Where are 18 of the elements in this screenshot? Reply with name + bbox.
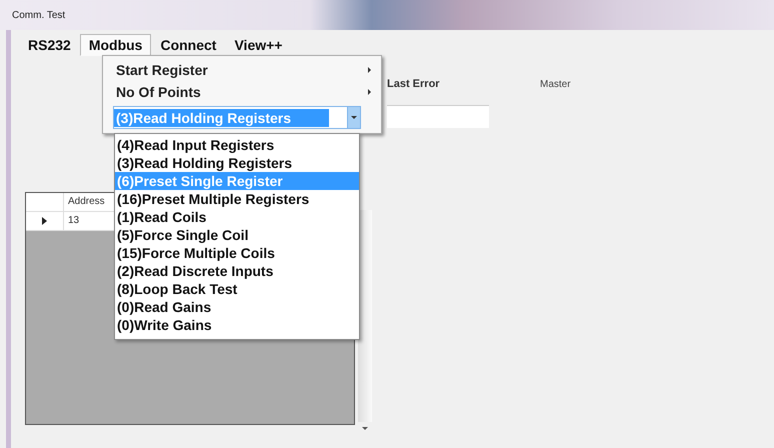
- list-option[interactable]: (3)Read Holding Registers: [115, 154, 359, 172]
- menu-entry[interactable]: Start Register: [116, 59, 381, 81]
- list-option[interactable]: (0)Write Gains: [115, 316, 359, 334]
- menu-item[interactable]: Connect: [151, 34, 226, 56]
- list-option[interactable]: (0)Read Gains: [115, 298, 359, 316]
- menu-item[interactable]: RS232: [19, 34, 80, 56]
- list-option[interactable]: (2)Read Discrete Inputs: [115, 262, 359, 280]
- menu-entry[interactable]: No Of Points: [116, 81, 381, 103]
- list-option[interactable]: (15)Force Multiple Coils: [115, 244, 359, 262]
- menu-item[interactable]: View++: [225, 34, 292, 56]
- window-title: Comm. Test: [12, 10, 66, 20]
- menu-item[interactable]: Modbus: [80, 34, 152, 56]
- last-error-label: Last Error: [387, 78, 441, 90]
- last-error-field[interactable]: [387, 105, 489, 128]
- list-option[interactable]: (4)Read Input Registers: [115, 136, 359, 154]
- list-option[interactable]: (8)Loop Back Test: [115, 280, 359, 298]
- master-label: Master: [540, 78, 571, 90]
- scroll-down-icon[interactable]: [362, 427, 368, 430]
